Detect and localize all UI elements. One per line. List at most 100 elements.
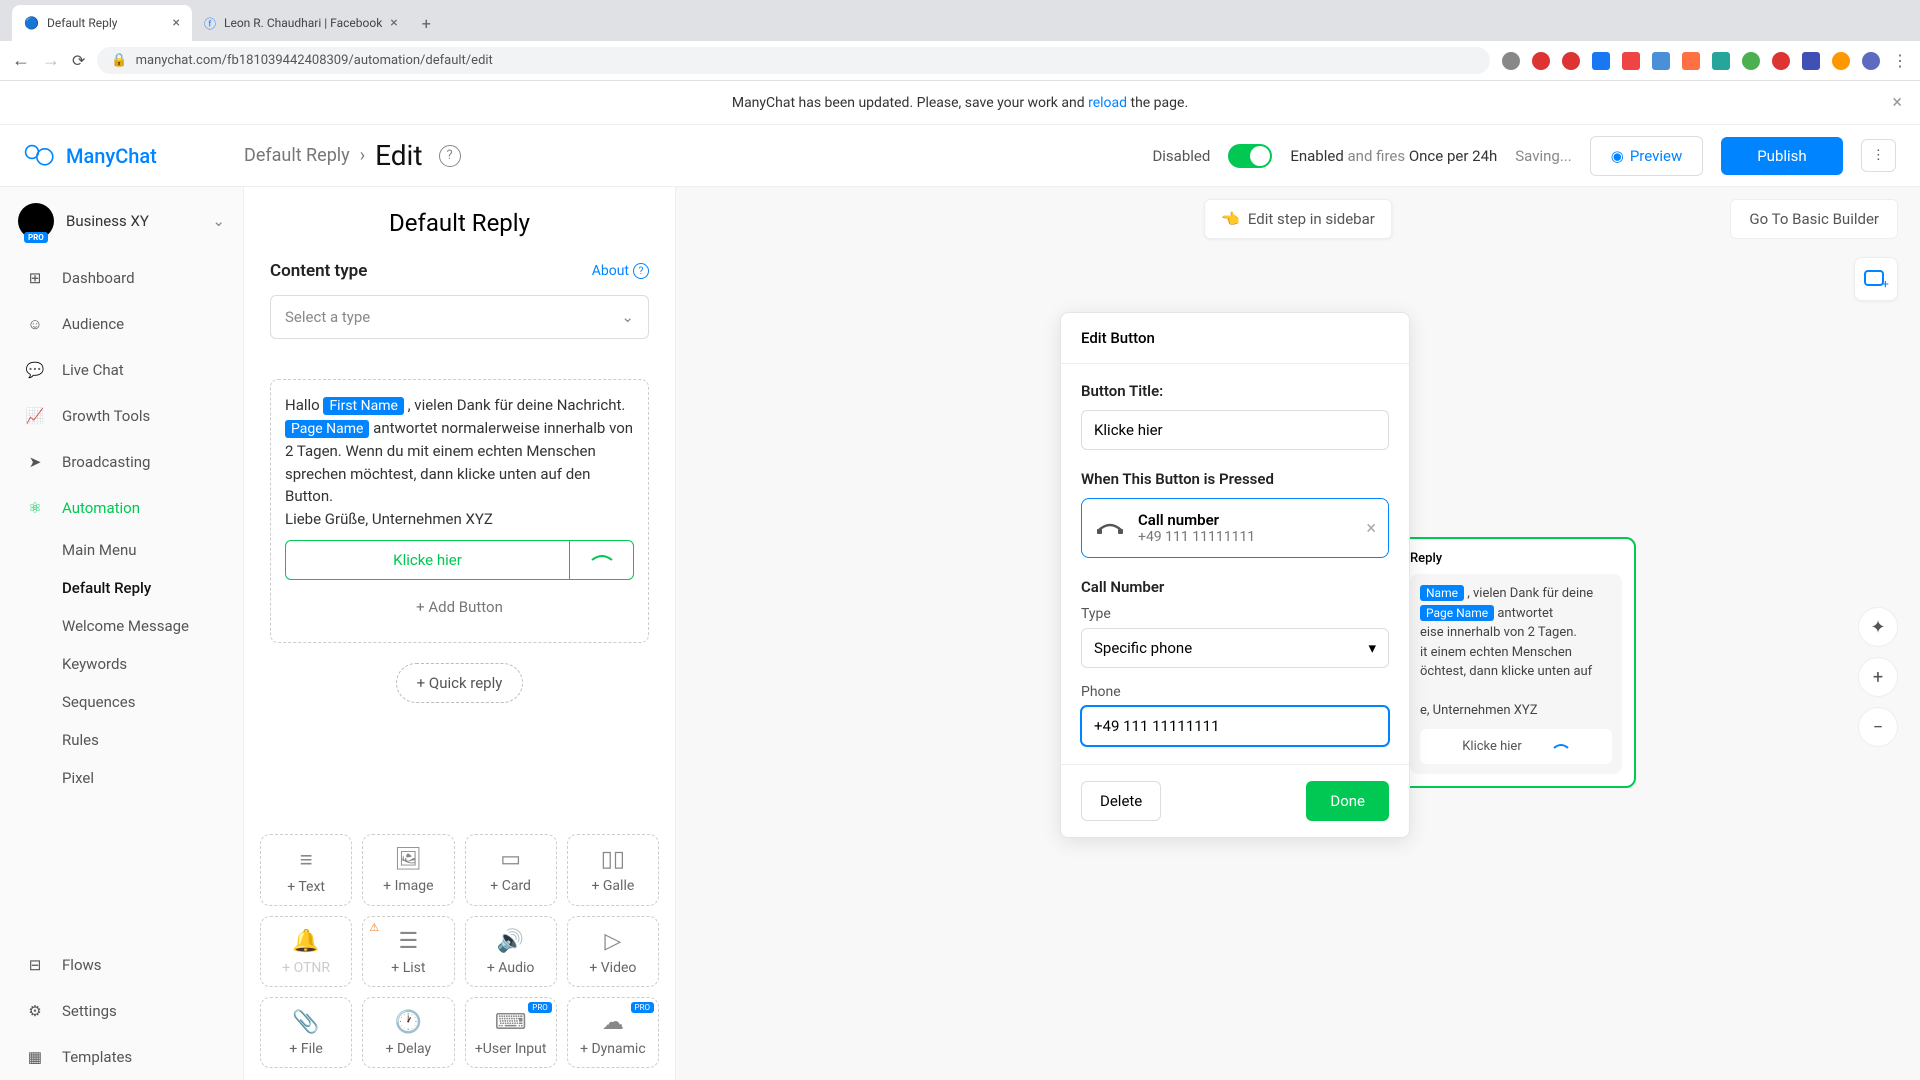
subitem-welcome[interactable]: Welcome Message — [62, 607, 243, 645]
close-icon[interactable]: × — [173, 15, 180, 31]
disabled-label: Disabled — [1152, 147, 1210, 165]
action-number: +49 111 11111111 — [1138, 529, 1255, 545]
popover-title: Edit Button — [1061, 313, 1409, 364]
sidebar-item-growth[interactable]: 📈Growth Tools — [0, 393, 243, 439]
about-link[interactable]: About? — [592, 263, 649, 279]
help-icon[interactable]: ? — [439, 145, 461, 167]
basic-builder-button[interactable]: Go To Basic Builder — [1730, 199, 1898, 239]
sidebar-item-automation[interactable]: ⚛Automation — [0, 485, 243, 531]
phone-icon — [1552, 740, 1570, 752]
gear-icon: ⚙ — [24, 1002, 46, 1020]
zoom-out-button[interactable]: − — [1858, 707, 1898, 747]
call-section-label: Call Number — [1081, 578, 1389, 596]
block-audio[interactable]: 🔊+ Audio — [465, 916, 557, 987]
panel-title: Default Reply — [270, 209, 649, 237]
back-icon[interactable]: ← — [12, 50, 30, 71]
sidebar-item-settings[interactable]: ⚙Settings — [0, 988, 243, 1034]
message-card[interactable]: Hallo First Name , vielen Dank für deine… — [270, 379, 649, 643]
reload-icon[interactable]: ⟳ — [72, 51, 85, 70]
avatar: PRO — [18, 203, 54, 239]
block-video[interactable]: ▷+ Video — [567, 916, 659, 987]
close-icon[interactable]: × — [1366, 518, 1376, 539]
extension-icon[interactable] — [1592, 52, 1610, 70]
breadcrumb-item[interactable]: Default Reply — [244, 145, 350, 166]
extension-icon[interactable] — [1562, 52, 1580, 70]
saving-status: Saving... — [1515, 147, 1571, 165]
add-button[interactable]: + Add Button — [285, 586, 634, 628]
quick-reply-button[interactable]: + Quick reply — [396, 663, 524, 703]
extension-icon[interactable] — [1742, 52, 1760, 70]
call-action-card[interactable]: Call number +49 111 11111111 × — [1081, 498, 1389, 558]
delete-button[interactable]: Delete — [1081, 781, 1161, 821]
extension-icon[interactable] — [1712, 52, 1730, 70]
more-button[interactable]: ⋮ — [1861, 139, 1896, 172]
phone-input[interactable] — [1081, 706, 1389, 746]
sidebar-item-flows[interactable]: ⊟Flows — [0, 942, 243, 988]
tab-facebook[interactable]: ⓕ Leon R. Chaudhari | Facebook × — [192, 5, 410, 41]
type-select[interactable]: Select a type ⌄ — [270, 295, 649, 339]
done-button[interactable]: Done — [1306, 781, 1389, 821]
block-card[interactable]: ▭+ Card — [465, 834, 557, 906]
extension-icon[interactable] — [1532, 52, 1550, 70]
block-list[interactable]: ⚠☰+ List — [362, 916, 454, 987]
edit-step-button[interactable]: 👈 Edit step in sidebar — [1204, 199, 1392, 239]
extension-icon[interactable] — [1682, 52, 1700, 70]
reply-node[interactable]: Reply Name , vielen Dank für deine Page … — [1396, 537, 1636, 788]
url-input[interactable]: 🔒 manychat.com/fb181039442408309/automat… — [97, 47, 1490, 74]
publish-button[interactable]: Publish — [1721, 137, 1842, 175]
new-tab-button[interactable]: + — [410, 6, 443, 41]
extension-icon[interactable] — [1652, 52, 1670, 70]
tab-default-reply[interactable]: 🔵 Default Reply × — [12, 5, 192, 41]
phone-icon — [569, 541, 633, 579]
variable-tag[interactable]: Page Name — [285, 420, 369, 438]
block-delay[interactable]: 🕐+ Delay — [362, 997, 454, 1068]
button-title-input[interactable] — [1081, 410, 1389, 450]
extension-icon[interactable] — [1622, 52, 1640, 70]
block-grid: ≡+ Text 🖼+ Image ▭+ Card ▯▯+ Galle 🔔+ OT… — [244, 834, 675, 1080]
add-node-button[interactable]: + — [1854, 257, 1898, 301]
flow-canvas[interactable]: 👈 Edit step in sidebar Go To Basic Build… — [676, 187, 1920, 1080]
block-dynamic[interactable]: PRO☁+ Dynamic — [567, 997, 659, 1068]
avatar-icon[interactable] — [1862, 52, 1880, 70]
brand-logo[interactable]: ManyChat — [24, 144, 244, 168]
subitem-pixel[interactable]: Pixel — [62, 759, 243, 797]
notification-text: ManyChat has been updated. Please, save … — [732, 95, 1188, 111]
extension-icon[interactable] — [1802, 52, 1820, 70]
sidebar-item-broadcasting[interactable]: ➤Broadcasting — [0, 439, 243, 485]
center-button[interactable]: ✦ — [1858, 607, 1898, 647]
sidebar-item-dashboard[interactable]: ⊞Dashboard — [0, 255, 243, 301]
block-text[interactable]: ≡+ Text — [260, 834, 352, 906]
block-gallery[interactable]: ▯▯+ Galle — [567, 834, 659, 906]
block-image[interactable]: 🖼+ Image — [362, 834, 454, 906]
preview-button[interactable]: ◉ Preview — [1590, 136, 1704, 176]
type-select[interactable]: Specific phone ▾ — [1081, 628, 1389, 668]
when-pressed-label: When This Button is Pressed — [1081, 470, 1389, 488]
subitem-keywords[interactable]: Keywords — [62, 645, 243, 683]
sidebar-item-livechat[interactable]: 💬Live Chat — [0, 347, 243, 393]
account-switcher[interactable]: PRO Business XY ⌄ — [0, 187, 243, 255]
title-label: Button Title: — [1081, 382, 1389, 400]
close-icon[interactable]: × — [390, 15, 397, 31]
node-button: Klicke hier — [1420, 729, 1612, 765]
node-body: Name , vielen Dank für deine Page Name a… — [1410, 574, 1622, 774]
enabled-toggle[interactable] — [1228, 144, 1272, 168]
reload-link[interactable]: reload — [1088, 95, 1127, 111]
zoom-in-button[interactable]: + — [1858, 657, 1898, 697]
subitem-defaultreply[interactable]: Default Reply — [62, 569, 243, 607]
extension-icon[interactable] — [1832, 52, 1850, 70]
sidebar-item-audience[interactable]: ☺Audience — [0, 301, 243, 347]
block-file[interactable]: 📎+ File — [260, 997, 352, 1068]
subitem-mainmenu[interactable]: Main Menu — [62, 531, 243, 569]
extension-icon[interactable] — [1502, 52, 1520, 70]
sidebar-item-templates[interactable]: ▦Templates — [0, 1034, 243, 1080]
page-title: Edit — [375, 139, 422, 172]
content-panel: Default Reply Content type About? Select… — [244, 187, 676, 1080]
subitem-rules[interactable]: Rules — [62, 721, 243, 759]
block-userinput[interactable]: PRO⌨+User Input — [465, 997, 557, 1068]
close-icon[interactable]: × — [1892, 92, 1902, 113]
extension-icon[interactable] — [1772, 52, 1790, 70]
subitem-sequences[interactable]: Sequences — [62, 683, 243, 721]
menu-icon[interactable]: ⋮ — [1892, 51, 1908, 70]
message-button[interactable]: Klicke hier — [285, 540, 634, 580]
variable-tag[interactable]: First Name — [323, 397, 403, 415]
